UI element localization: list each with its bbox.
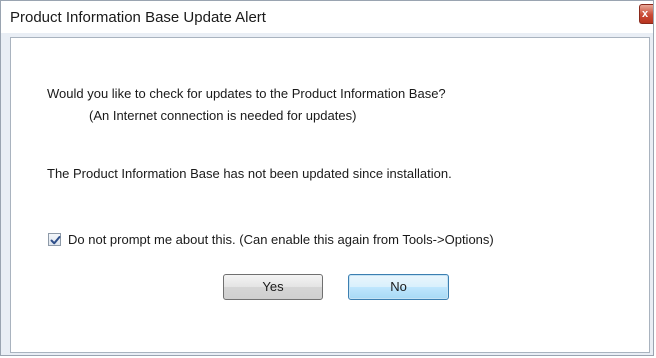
no-button[interactable]: No [348, 274, 449, 300]
do-not-prompt-checkbox[interactable] [48, 233, 61, 246]
close-icon: x [642, 8, 649, 20]
yes-button[interactable]: Yes [223, 274, 323, 300]
dialog-content: Would you like to check for updates to t… [10, 37, 650, 353]
update-alert-dialog: Product Information Base Update Alert x … [0, 0, 654, 356]
checkmark-icon [50, 236, 61, 245]
update-status-text: The Product Information Base has not bee… [47, 166, 452, 181]
title-bar[interactable]: Product Information Base Update Alert x [1, 1, 653, 33]
update-question-text: Would you like to check for updates to t… [47, 86, 446, 101]
close-button[interactable]: x [639, 4, 653, 24]
window-title: Product Information Base Update Alert [10, 9, 266, 26]
internet-note-text: (An Internet connection is needed for up… [89, 108, 357, 123]
do-not-prompt-label[interactable]: Do not prompt me about this. (Can enable… [68, 232, 494, 247]
